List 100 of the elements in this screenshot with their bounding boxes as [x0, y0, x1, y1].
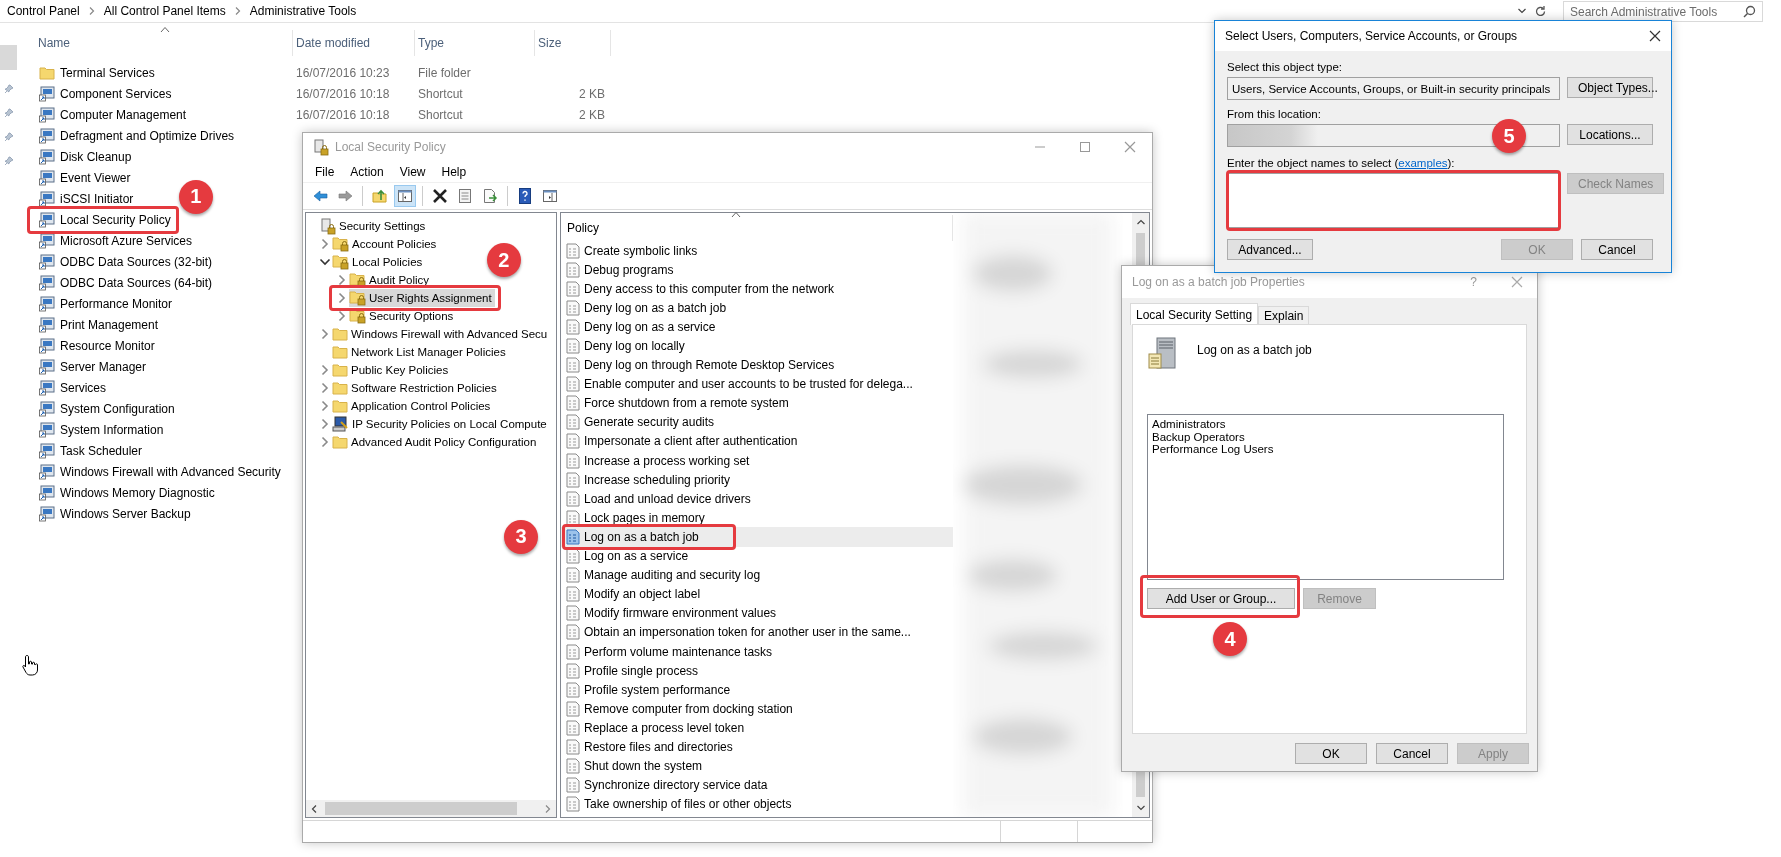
- policy-item[interactable]: Deny log on as a batch job: [561, 298, 953, 318]
- policy-item[interactable]: Modify firmware environment values: [561, 603, 953, 623]
- column-header[interactable]: Policy: [561, 215, 953, 241]
- tree-item[interactable]: Advanced Audit Policy Configuration: [332, 433, 540, 451]
- file-name[interactable]: Terminal Services: [60, 65, 155, 80]
- tab[interactable]: Local Security Setting: [1130, 303, 1259, 325]
- dialog-button[interactable]: OK: [1295, 743, 1367, 764]
- file-name[interactable]: iSCSI Initiator: [60, 191, 134, 206]
- file-name[interactable]: Windows Firewall with Advanced Security: [60, 464, 281, 479]
- column-header[interactable]: Name: [35, 29, 293, 56]
- pin-icon[interactable]: [3, 156, 14, 166]
- menu-item[interactable]: View: [391, 162, 434, 181]
- policy-item[interactable]: Generate security audits: [561, 412, 953, 432]
- file-name[interactable]: Event Viewer: [60, 170, 131, 185]
- expand-chevron-icon[interactable]: [336, 274, 348, 286]
- policy-item[interactable]: Remove computer from docking station: [561, 699, 953, 719]
- tree-item[interactable]: Audit Policy: [349, 271, 433, 289]
- dialog-button[interactable]: Cancel: [1581, 239, 1653, 260]
- file-name[interactable]: ODBC Data Sources (64-bit): [60, 275, 213, 290]
- file-name[interactable]: Windows Server Backup: [60, 506, 191, 521]
- tree-item[interactable]: User Rights Assignment: [349, 289, 495, 307]
- file-name[interactable]: Local Security Policy: [60, 212, 171, 227]
- policy-item[interactable]: Create symbolic links: [561, 241, 953, 261]
- policy-item[interactable]: Increase scheduling priority: [561, 470, 953, 490]
- member-item[interactable]: Performance Log Users: [1152, 443, 1499, 456]
- scroll-left-icon[interactable]: [309, 803, 319, 814]
- menu-item[interactable]: File: [307, 162, 343, 181]
- expand-chevron-icon[interactable]: [319, 418, 331, 430]
- policy-item[interactable]: Debug programs: [561, 260, 953, 280]
- file-name[interactable]: Services: [60, 380, 106, 395]
- dialog-button[interactable]: Cancel: [1376, 743, 1448, 764]
- policy-item[interactable]: Increase a process working set: [561, 451, 953, 471]
- file-name[interactable]: Task Scheduler: [60, 443, 143, 458]
- column-header[interactable]: Size: [535, 29, 611, 56]
- column-header[interactable]: Type: [415, 29, 535, 56]
- file-name[interactable]: Performance Monitor: [60, 296, 173, 311]
- file-name[interactable]: ODBC Data Sources (32-bit): [60, 254, 213, 269]
- dialog-button[interactable]: Add User or Group...: [1147, 588, 1295, 609]
- file-name[interactable]: Print Management: [60, 317, 159, 332]
- tree-item[interactable]: Application Control Policies: [332, 397, 494, 415]
- policy-item[interactable]: Manage auditing and security log: [561, 565, 953, 585]
- policy-item[interactable]: Shut down the system: [561, 756, 953, 776]
- member-item[interactable]: Administrators: [1152, 418, 1499, 431]
- policy-item[interactable]: Deny access to this computer from the network: [561, 279, 953, 299]
- file-name[interactable]: Windows Memory Diagnostic: [60, 485, 215, 500]
- expand-chevron-icon[interactable]: [336, 292, 348, 304]
- breadcrumb-item[interactable]: All Control Panel Items: [103, 4, 226, 18]
- scroll-thumb[interactable]: [325, 802, 517, 815]
- file-name[interactable]: Disk Cleanup: [60, 149, 132, 164]
- expand-chevron-icon[interactable]: [319, 364, 331, 376]
- file-name[interactable]: Defragment and Optimize Drives: [60, 128, 235, 143]
- policy-item[interactable]: Profile system performance: [561, 680, 953, 700]
- expand-chevron-icon[interactable]: [336, 310, 348, 322]
- tree-item[interactable]: Software Restriction Policies: [332, 379, 500, 397]
- tree-item[interactable]: Security Options: [349, 307, 457, 325]
- pin-icon[interactable]: [3, 84, 14, 94]
- collapse-chevron-icon[interactable]: [319, 256, 331, 268]
- tree-item[interactable]: Local Policies: [332, 253, 426, 271]
- policy-item[interactable]: Perform volume maintenance tasks: [561, 641, 953, 662]
- policy-item[interactable]: Impersonate a client after authentication: [561, 431, 953, 452]
- search-field[interactable]: Search Administrative Tools: [1563, 1, 1763, 22]
- file-name[interactable]: Resource Monitor: [60, 338, 155, 353]
- policy-item[interactable]: Log on as a service: [561, 546, 953, 566]
- policy-item[interactable]: Restore files and directories: [561, 737, 953, 757]
- menu-item[interactable]: Action: [342, 162, 392, 181]
- column-header[interactable]: Date modified: [293, 29, 415, 56]
- policy-item[interactable]: Deny log on locally: [561, 336, 953, 356]
- pin-icon[interactable]: [3, 108, 14, 118]
- tree-item[interactable]: Security Settings: [320, 217, 429, 235]
- file-name[interactable]: Computer Management: [60, 107, 187, 122]
- expand-chevron-icon[interactable]: [319, 382, 331, 394]
- file-name[interactable]: Component Services: [60, 86, 172, 101]
- expand-chevron-icon[interactable]: [319, 328, 331, 340]
- file-name[interactable]: System Information: [60, 422, 164, 437]
- member-item[interactable]: Backup Operators: [1152, 430, 1499, 443]
- horizontal-scrollbar[interactable]: [306, 800, 556, 817]
- policy-item[interactable]: Lock pages in memory: [561, 508, 953, 528]
- tree-item[interactable]: Public Key Policies: [332, 361, 452, 379]
- dialog-button[interactable]: Advanced...: [1227, 239, 1313, 260]
- tree-item[interactable]: IP Security Policies on Local Compute: [332, 415, 550, 433]
- breadcrumb-item[interactable]: Administrative Tools: [249, 4, 357, 18]
- policy-item[interactable]: Force shutdown from a remote system: [561, 393, 953, 413]
- examples-link[interactable]: examples: [1398, 157, 1448, 169]
- policy-item[interactable]: Log on as a batch job: [561, 527, 953, 547]
- scroll-right-icon[interactable]: [543, 803, 553, 814]
- pin-icon[interactable]: [3, 132, 14, 142]
- expand-chevron-icon[interactable]: [319, 238, 331, 250]
- maximize-icon[interactable]: [1079, 141, 1091, 153]
- close-icon[interactable]: [1649, 30, 1661, 42]
- search-icon[interactable]: [1743, 5, 1756, 18]
- policy-item[interactable]: Deny log on through Remote Desktop Services: [561, 355, 953, 375]
- policy-item[interactable]: Deny log on as a service: [561, 317, 953, 337]
- file-name[interactable]: Microsoft Azure Services: [60, 233, 193, 248]
- refresh-icon[interactable]: [1534, 4, 1547, 18]
- dialog-button[interactable]: Locations...: [1567, 124, 1653, 145]
- tree-item[interactable]: Network List Manager Policies: [332, 343, 509, 361]
- policy-item[interactable]: Profile single process: [561, 661, 953, 681]
- policy-item[interactable]: Obtain an impersonation token for another user in the same...: [561, 622, 953, 642]
- policy-item[interactable]: Load and unload device drivers: [561, 489, 953, 509]
- menu-item[interactable]: Help: [433, 162, 475, 181]
